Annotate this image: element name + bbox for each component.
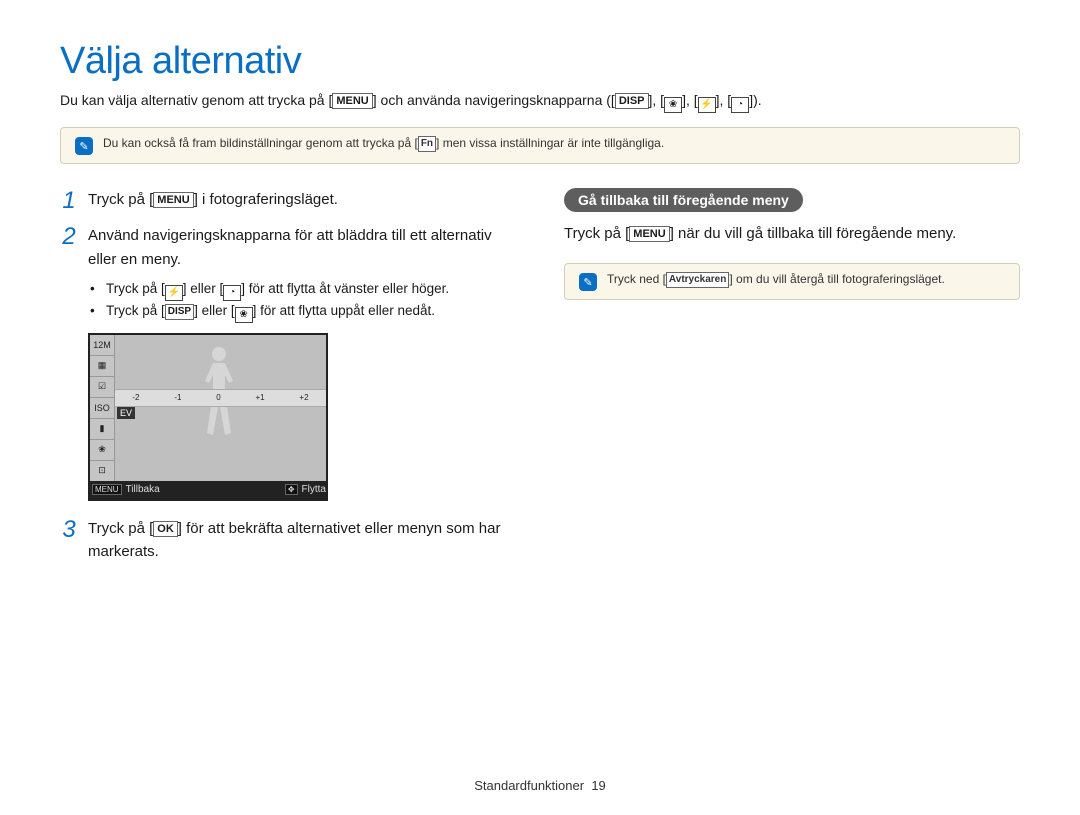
lcd-move-label: Flytta (302, 484, 326, 495)
top-note: ✎ Du kan också få fram bildinställningar… (60, 127, 1020, 164)
lcd-canvas: -2 -1 0 +1 +2 EV (115, 335, 326, 481)
step-1-num: 1 (60, 188, 78, 214)
step-2a: • Tryck på [⚡] eller [◔] för att flytta … (90, 281, 516, 301)
lcd-side-icon: ISO (90, 398, 114, 419)
flower-icon: ❀ (664, 97, 682, 113)
top-note-before: Du kan också få fram bildinställningar g… (103, 136, 418, 150)
s2a-post: ] för att flytta åt vänster eller höger. (241, 281, 449, 296)
shutter-key: Avtryckaren (666, 272, 729, 288)
s2b-pre: Tryck på [ (106, 303, 165, 318)
step-3: 3 Tryck på [OK] för att bekräfta alterna… (60, 517, 516, 564)
s2a-mid: ] eller [ (183, 281, 224, 296)
intro-prefix: Du kan välja alternativ genom att trycka… (60, 92, 332, 108)
ev-tick: -1 (174, 393, 181, 402)
step-2: 2 Använd navigeringsknapparna för att bl… (60, 224, 516, 271)
intro-sep3: ], [ (716, 92, 732, 108)
camera-lcd: 12M ▦ ☑ ISO ▮ ❀ ⊡ -2 -1 (88, 333, 328, 501)
top-note-after: ] men vissa inställningar är inte tillgä… (436, 136, 664, 150)
left-column: 1 Tryck på [MENU] i fotograferingsläget.… (60, 188, 516, 573)
lcd-back-label: Tillbaka (126, 484, 160, 495)
lcd-side-icon: ❀ (90, 440, 114, 461)
lcd-side-icon: ▮ (90, 419, 114, 440)
disp-key: DISP (615, 93, 649, 109)
flash-icon: ⚡ (698, 97, 716, 113)
right-text-pre: Tryck på [ (564, 225, 629, 242)
lcd-footer: MENU Tillbaka ✥ Flytta (90, 481, 326, 499)
step-1: 1 Tryck på [MENU] i fotograferingsläget. (60, 188, 516, 214)
bullet-icon: • (90, 281, 98, 301)
section-pill: Gå tillbaka till föregående meny (564, 188, 803, 212)
right-column: Gå tillbaka till föregående meny Tryck p… (564, 188, 1020, 573)
ev-label: EV (117, 407, 135, 419)
timer-icon: ◔ (223, 285, 241, 301)
lcd-back-key: MENU (92, 484, 122, 495)
intro-text: Du kan välja alternativ genom att trycka… (60, 89, 1020, 113)
flower-icon: ❀ (235, 307, 253, 323)
disp-key: DISP (165, 304, 194, 320)
ok-key: OK (153, 521, 178, 537)
bullet-icon: • (90, 303, 98, 323)
right-text-post: ] när du vill gå tillbaka till föregåend… (670, 225, 957, 242)
page-title: Välja alternativ (60, 40, 1020, 83)
menu-key: MENU (332, 93, 372, 109)
ev-tick: +2 (299, 393, 308, 402)
ev-scale: -2 -1 0 +1 +2 (115, 389, 326, 407)
step-2b: • Tryck på [DISP] eller [❀] för att flyt… (90, 303, 516, 323)
lcd-side-icon: ▦ (90, 356, 114, 377)
s2a-pre: Tryck på [ (106, 281, 165, 296)
lcd-side-icon: ⊡ (90, 461, 114, 481)
right-note-pre: Tryck ned [ (607, 272, 666, 286)
step-2-num: 2 (60, 224, 78, 271)
step-3-num: 3 (60, 517, 78, 564)
intro-close: ]). (749, 92, 761, 108)
intro-sep1: ], [ (649, 92, 665, 108)
flash-icon: ⚡ (165, 285, 183, 301)
intro-sep2: ], [ (682, 92, 698, 108)
footer-section: Standardfunktioner (474, 778, 584, 793)
timer-icon: ◔ (731, 97, 749, 113)
s2b-post: ] för att flytta uppåt eller nedåt. (253, 303, 435, 318)
step-2-text: Använd navigeringsknapparna för att bläd… (88, 224, 516, 271)
s2b-mid: ] eller [ (194, 303, 235, 318)
footer-page: 19 (591, 778, 605, 793)
step-1-pre: Tryck på [ (88, 191, 153, 208)
step-1-post: ] i fotograferingsläget. (194, 191, 338, 208)
ev-tick: 0 (216, 393, 220, 402)
fn-key: Fn (418, 136, 436, 152)
right-text: Tryck på [MENU] när du vill gå tillbaka … (564, 222, 1020, 245)
lcd-side-icon: 12M (90, 335, 114, 356)
right-note: ✎ Tryck ned [Avtryckaren] om du vill åte… (564, 263, 1020, 300)
lcd-side-icons: 12M ▦ ☑ ISO ▮ ❀ ⊡ (90, 335, 115, 481)
lcd-move-key: ✥ (285, 484, 298, 495)
right-note-post: ] om du vill återgå till fotograferingsl… (729, 272, 944, 286)
ev-tick: -2 (132, 393, 139, 402)
ev-tick: +1 (255, 393, 264, 402)
note-icon: ✎ (579, 273, 597, 291)
step-1-key: MENU (153, 192, 193, 208)
menu-key: MENU (629, 226, 669, 242)
page-footer: Standardfunktioner 19 (0, 778, 1080, 793)
note-icon: ✎ (75, 137, 93, 155)
intro-mid: ] och använda navigeringsknapparna ([ (373, 92, 615, 108)
step-3-pre: Tryck på [ (88, 520, 153, 537)
lcd-side-icon: ☑ (90, 377, 114, 398)
